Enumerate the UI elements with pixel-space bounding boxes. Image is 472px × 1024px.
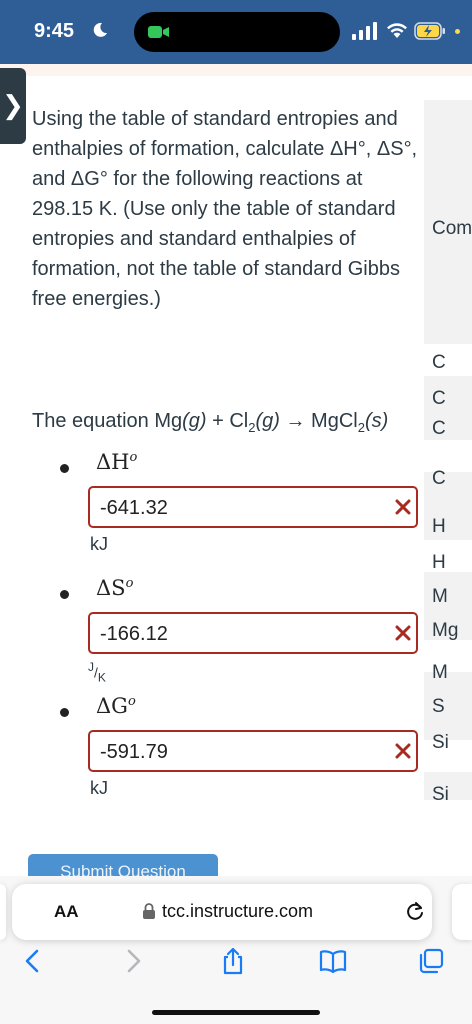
table-cell: C (432, 388, 446, 409)
text-size-button[interactable]: AA (54, 902, 79, 922)
camera-indicator-icon (148, 26, 169, 38)
signal-icon (352, 22, 377, 40)
reaction-equation: The equation Mg(g) + Cl2(g) → MgCl2(s) (32, 410, 418, 435)
delta-g-label: ΔGo (96, 694, 136, 718)
equation-cl: + Cl (206, 410, 249, 432)
delta-s-input[interactable]: -166.12 (88, 612, 418, 654)
share-icon[interactable] (218, 946, 248, 976)
quantity-symbol: ΔS (96, 576, 126, 600)
table-cell: C (432, 352, 446, 373)
battery-charging-icon (414, 22, 445, 40)
table-cell: Si (432, 784, 449, 805)
table-cell: H (432, 552, 446, 573)
unit-label: kJ (90, 778, 108, 798)
previous-tab-edge[interactable] (0, 884, 6, 940)
url-text: tcc.instructure.com (162, 901, 314, 921)
address-bar[interactable]: AA tcc.instructure.com (12, 884, 432, 940)
table-cell: C (432, 418, 446, 439)
answer-value: -166.12 (100, 623, 168, 645)
equation-state-3: (s) (364, 410, 389, 432)
table-cell: M (432, 662, 448, 683)
expand-sidebar-button[interactable]: ❯ (0, 68, 26, 144)
quantity-superscript: o (127, 694, 136, 709)
reload-icon[interactable] (404, 900, 426, 922)
dynamic-island (134, 12, 340, 52)
equation-prefix: The equation Mg (32, 410, 183, 432)
delta-h-label: ΔHo (96, 450, 137, 474)
tabs-icon[interactable] (416, 946, 446, 976)
delta-s-label: ΔSo (96, 576, 133, 600)
unit-label: J/K (88, 660, 106, 685)
list-bullet (60, 464, 69, 473)
top-shade (0, 64, 472, 76)
status-time: 9:45 (34, 20, 75, 42)
answer-value: -591.79 (100, 741, 168, 763)
unit-denominator: K (97, 670, 106, 685)
privacy-dot (455, 29, 460, 34)
close-x-icon (395, 499, 411, 515)
table-cell: Mg (432, 620, 459, 641)
equation-state-1: (g) (182, 410, 207, 432)
table-cell: Si (432, 732, 449, 753)
quantity-superscript: o (129, 450, 138, 465)
unit-label: kJ (90, 534, 108, 554)
next-tab-edge[interactable] (452, 884, 472, 940)
answer-value: -641.32 (100, 497, 168, 519)
lock-icon (143, 903, 155, 919)
quantity-symbol: ΔG (96, 694, 128, 718)
question-text: Using the table of standard entropies an… (32, 108, 418, 310)
wifi-icon (387, 23, 407, 38)
list-bullet (60, 590, 69, 599)
close-x-icon (395, 743, 411, 759)
page-content: ❯ Using the table of standard entropies … (0, 64, 472, 884)
quantity-superscript: o (125, 576, 134, 591)
bookmarks-icon[interactable] (318, 946, 348, 976)
moon-icon (93, 22, 107, 37)
status-bar: 9:45 (0, 0, 472, 64)
table-cell: H (432, 516, 446, 537)
home-indicator (152, 1010, 320, 1015)
list-bullet (60, 708, 69, 717)
table-header: Com (432, 218, 472, 239)
delta-h-input[interactable]: -641.32 (88, 486, 418, 528)
equation-subscript-2: 2 (357, 420, 365, 435)
quantity-symbol: ΔH (96, 450, 130, 474)
equation-product: → MgCl (279, 410, 358, 432)
equation-state-2: (g) (255, 410, 280, 432)
back-arrow-icon[interactable] (18, 946, 48, 976)
delta-g-input[interactable]: -591.79 (88, 730, 418, 772)
forward-arrow-icon[interactable] (118, 946, 148, 976)
table-cell: C (432, 468, 446, 489)
close-x-icon (395, 625, 411, 641)
table-cell: S (432, 696, 445, 717)
table-cell: M (432, 586, 448, 607)
reference-table: Com C C C C H H M Mg M S Si Si (424, 100, 472, 805)
